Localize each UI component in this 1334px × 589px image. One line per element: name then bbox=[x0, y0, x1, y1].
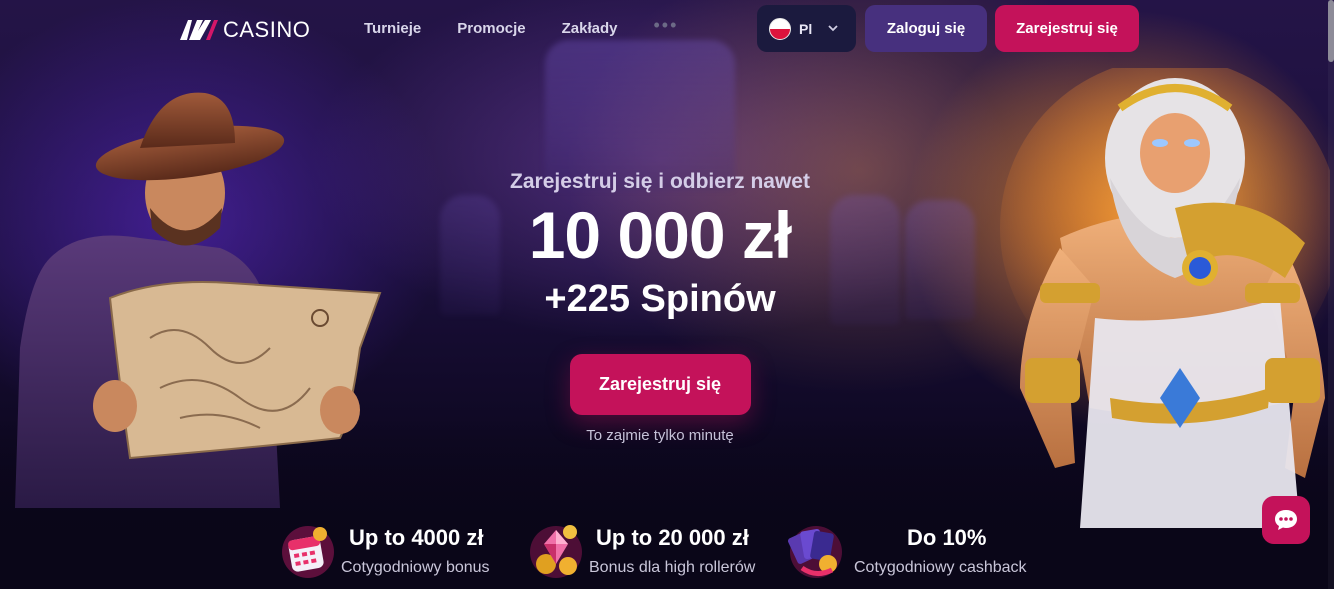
register-button[interactable]: Zarejestruj się bbox=[995, 5, 1139, 52]
slot-machine-decoration bbox=[545, 40, 735, 190]
slot-machine-decoration bbox=[905, 200, 975, 320]
chat-bubble-icon bbox=[1275, 510, 1297, 530]
site-logo[interactable]: CASINO bbox=[179, 17, 310, 43]
poland-flag-icon bbox=[769, 17, 791, 40]
zeus-character-image bbox=[1000, 68, 1330, 528]
cards-cashback-icon bbox=[788, 526, 842, 578]
nav-item-turnieje[interactable]: Turnieje bbox=[364, 20, 421, 37]
promo-amount: 10 000 zł bbox=[528, 198, 793, 272]
page-scrollbar[interactable] bbox=[1328, 0, 1334, 589]
login-button[interactable]: Zaloguj się bbox=[865, 5, 987, 52]
promo-spins: +225 Spinów bbox=[544, 278, 776, 320]
top-navigation: CASINO Turnieje Promocje Zakłady ••• Pl … bbox=[0, 0, 1334, 58]
explorer-character-image bbox=[15, 92, 382, 508]
feature-weekly-bonus[interactable]: Up to 4000 zł Cotygodniowy bonus bbox=[280, 518, 510, 584]
feature-weekly-cashback[interactable]: Do 10% Cotygodniowy cashback bbox=[788, 518, 1058, 584]
language-selector[interactable]: Pl bbox=[757, 5, 856, 52]
diamond-coins-icon bbox=[530, 525, 582, 578]
feature-title: Do 10% bbox=[907, 525, 987, 550]
more-menu-icon[interactable]: ••• bbox=[653, 15, 678, 36]
feature-desc: Bonus dla high rollerów bbox=[589, 559, 756, 576]
promo-block: Zarejestruj się i odbierz nawet 10 000 z… bbox=[460, 170, 860, 444]
chevron-down-icon bbox=[828, 23, 838, 35]
features-row: Up to 4000 zł Cotygodniowy bonus Up to 2… bbox=[280, 518, 1060, 584]
feature-high-roller-bonus[interactable]: Up to 20 000 zł Bonus dla high rollerów bbox=[528, 518, 778, 584]
chat-button[interactable] bbox=[1262, 496, 1310, 544]
register-cta-button[interactable]: Zarejestruj się bbox=[569, 354, 751, 415]
logo-text: CASINO bbox=[223, 17, 311, 42]
feature-desc: Cotygodniowy bonus bbox=[341, 559, 490, 576]
logo-mark-icon bbox=[180, 20, 218, 40]
main-nav: Turnieje Promocje Zakłady ••• bbox=[364, 15, 678, 37]
scrollbar-thumb[interactable] bbox=[1328, 0, 1334, 62]
promo-subtitle: Zarejestruj się i odbierz nawet bbox=[510, 170, 810, 193]
feature-title: Up to 20 000 zł bbox=[596, 525, 749, 550]
nav-item-promocje[interactable]: Promocje bbox=[457, 20, 525, 37]
promo-note: To zajmie tylko minutę bbox=[586, 427, 734, 444]
feature-title: Up to 4000 zł bbox=[349, 525, 484, 550]
feature-desc: Cotygodniowy cashback bbox=[854, 559, 1027, 576]
language-code: Pl bbox=[799, 20, 813, 37]
nav-item-zaklady[interactable]: Zakłady bbox=[562, 20, 618, 37]
calendar-gift-icon bbox=[282, 526, 334, 578]
